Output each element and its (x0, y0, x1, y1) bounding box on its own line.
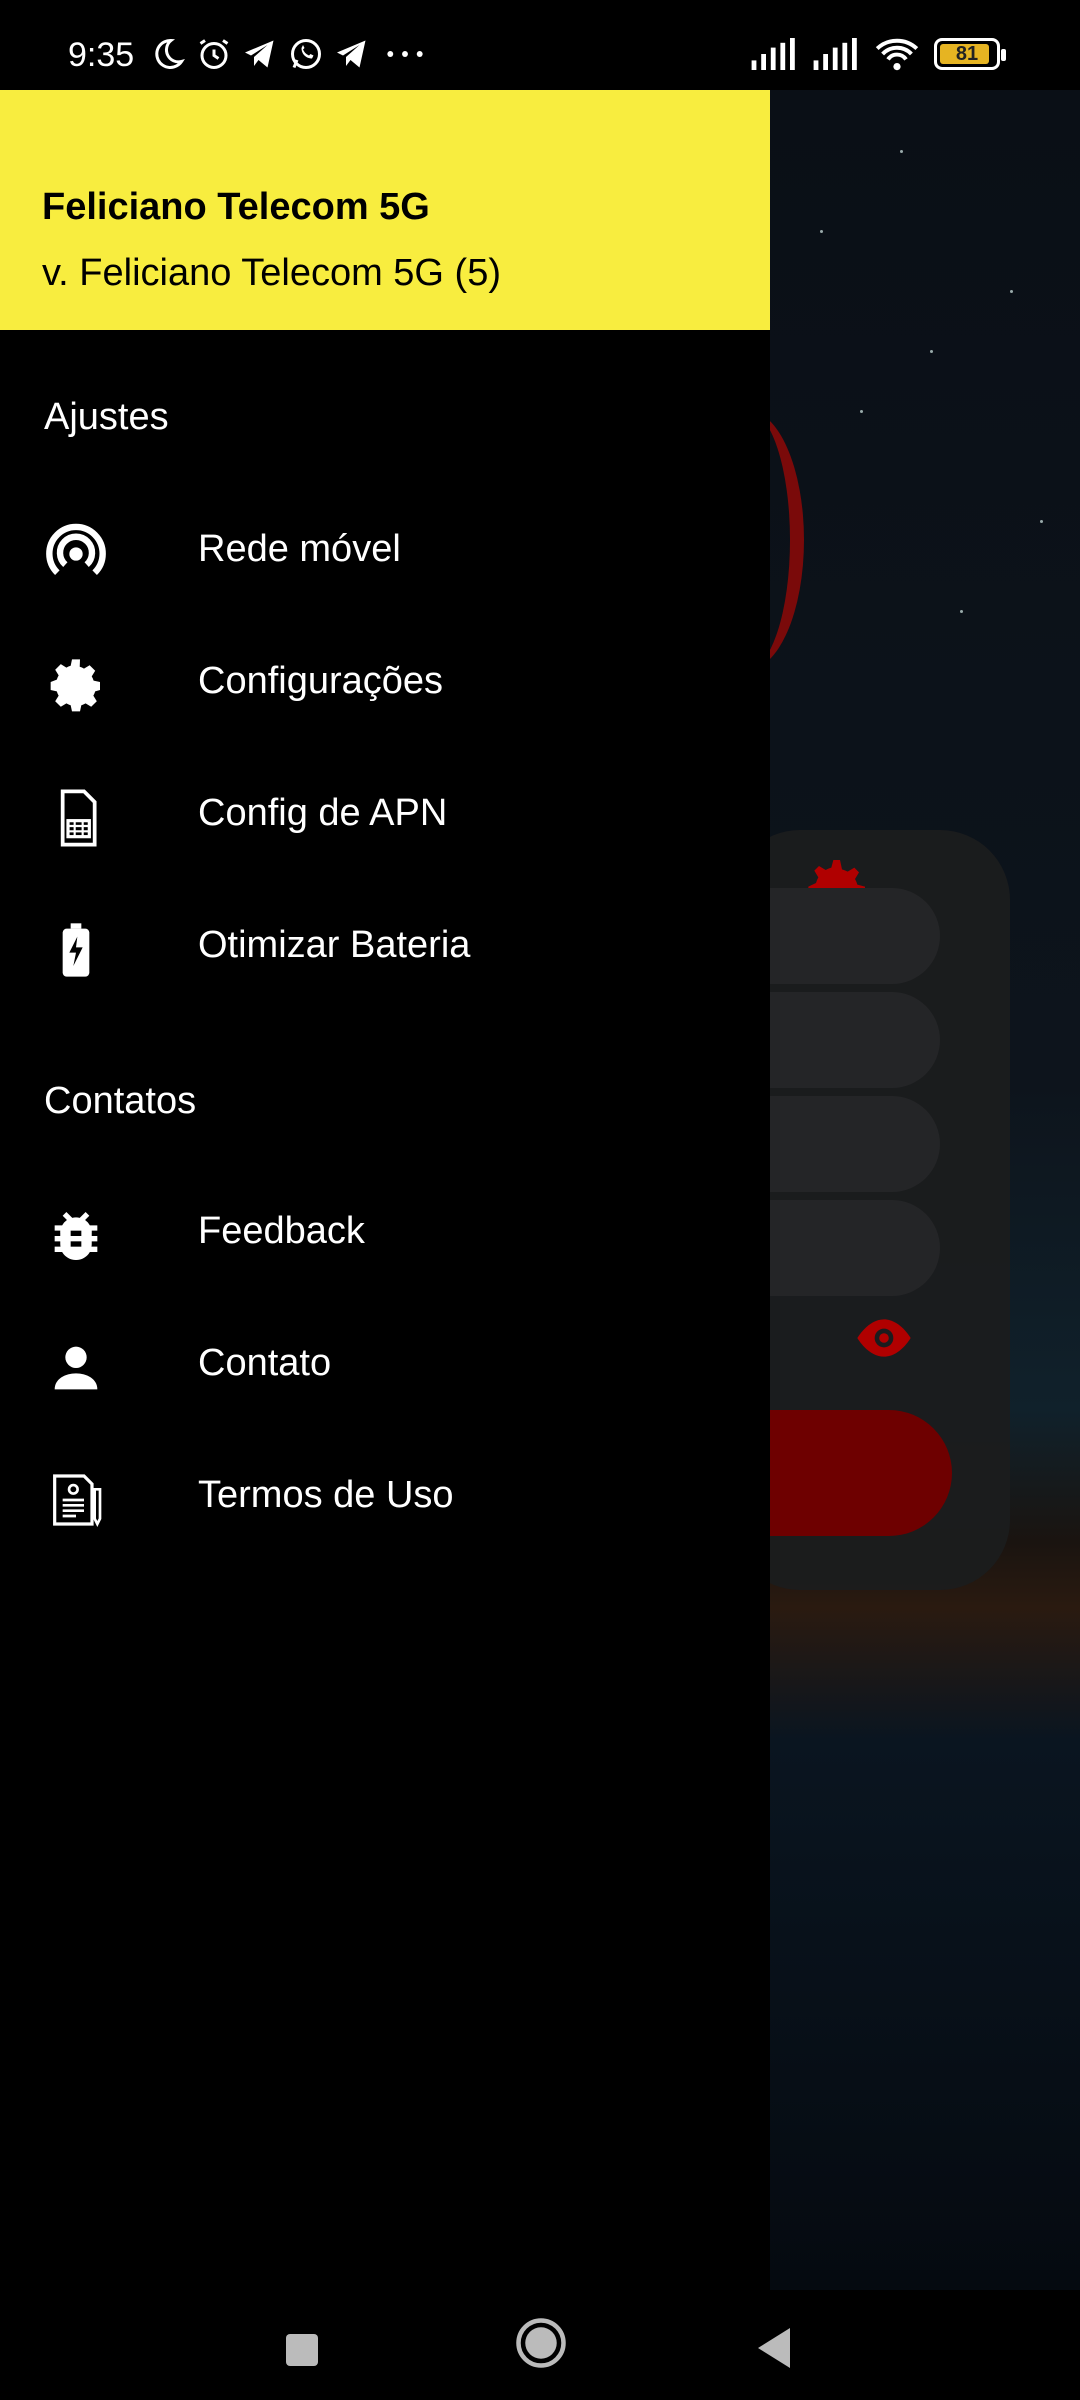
more-icon (387, 51, 423, 57)
menu-item-label: Contato (198, 1342, 332, 1384)
telegram-icon (245, 40, 274, 68)
bug-icon (54, 1212, 98, 1261)
status-time: 9:35 (68, 36, 135, 74)
moon-icon (155, 38, 185, 69)
eye-icon (857, 1319, 911, 1357)
wifi-icon (875, 38, 919, 71)
back-button[interactable] (754, 2326, 794, 2370)
document-icon (53, 1474, 102, 1527)
signal-icon (751, 38, 795, 70)
app-title: Feliciano Telecom 5G (42, 186, 430, 228)
app-version: v. Feliciano Telecom 5G (5) (42, 252, 501, 294)
menu-item-label: Feedback (198, 1210, 365, 1252)
notification-icons (150, 36, 430, 72)
section-header-contatos: Contatos (44, 1080, 197, 1122)
antenna-icon (46, 523, 106, 575)
person-icon (54, 1346, 98, 1390)
drawer-header: Feliciano Telecom 5G v. Feliciano Teleco… (0, 90, 770, 330)
menu-item-configuracoes[interactable]: Configurações (0, 622, 770, 742)
menu-item-label: Termos de Uso (198, 1474, 454, 1516)
telegram-icon (337, 40, 366, 68)
status-bar: 9:35 81 (0, 0, 1080, 90)
battery-icon: 81 (934, 38, 1006, 70)
alarm-icon (199, 39, 229, 69)
whatsapp-icon (291, 39, 321, 69)
gear-icon (50, 659, 100, 712)
system-navigation-bar (0, 2290, 1080, 2400)
menu-item-label: Configurações (198, 660, 444, 702)
menu-item-termos-de-uso[interactable]: Termos de Uso (0, 1436, 770, 1556)
signal-icon (813, 38, 857, 70)
menu-item-otimizar-bateria[interactable]: Otimizar Bateria (0, 886, 770, 1006)
system-status-icons: 81 (750, 36, 1006, 72)
battery-level: 81 (955, 43, 979, 65)
menu-item-config-apn[interactable]: Config de APN (0, 754, 770, 874)
section-header-ajustes: Ajustes (44, 396, 169, 438)
menu-item-label: Otimizar Bateria (198, 924, 471, 966)
home-button[interactable] (514, 2316, 568, 2370)
menu-item-label: Rede móvel (198, 528, 401, 570)
recents-button[interactable] (282, 2330, 322, 2370)
sim-card-icon (60, 789, 97, 847)
battery-charging-icon (62, 923, 90, 977)
navigation-drawer: Feliciano Telecom 5G v. Feliciano Teleco… (0, 90, 770, 2290)
menu-item-contato[interactable]: Contato (0, 1304, 770, 1424)
menu-item-feedback[interactable]: Feedback (0, 1172, 770, 1292)
menu-item-rede-movel[interactable]: Rede móvel (0, 490, 770, 610)
menu-item-label: Config de APN (198, 792, 448, 834)
